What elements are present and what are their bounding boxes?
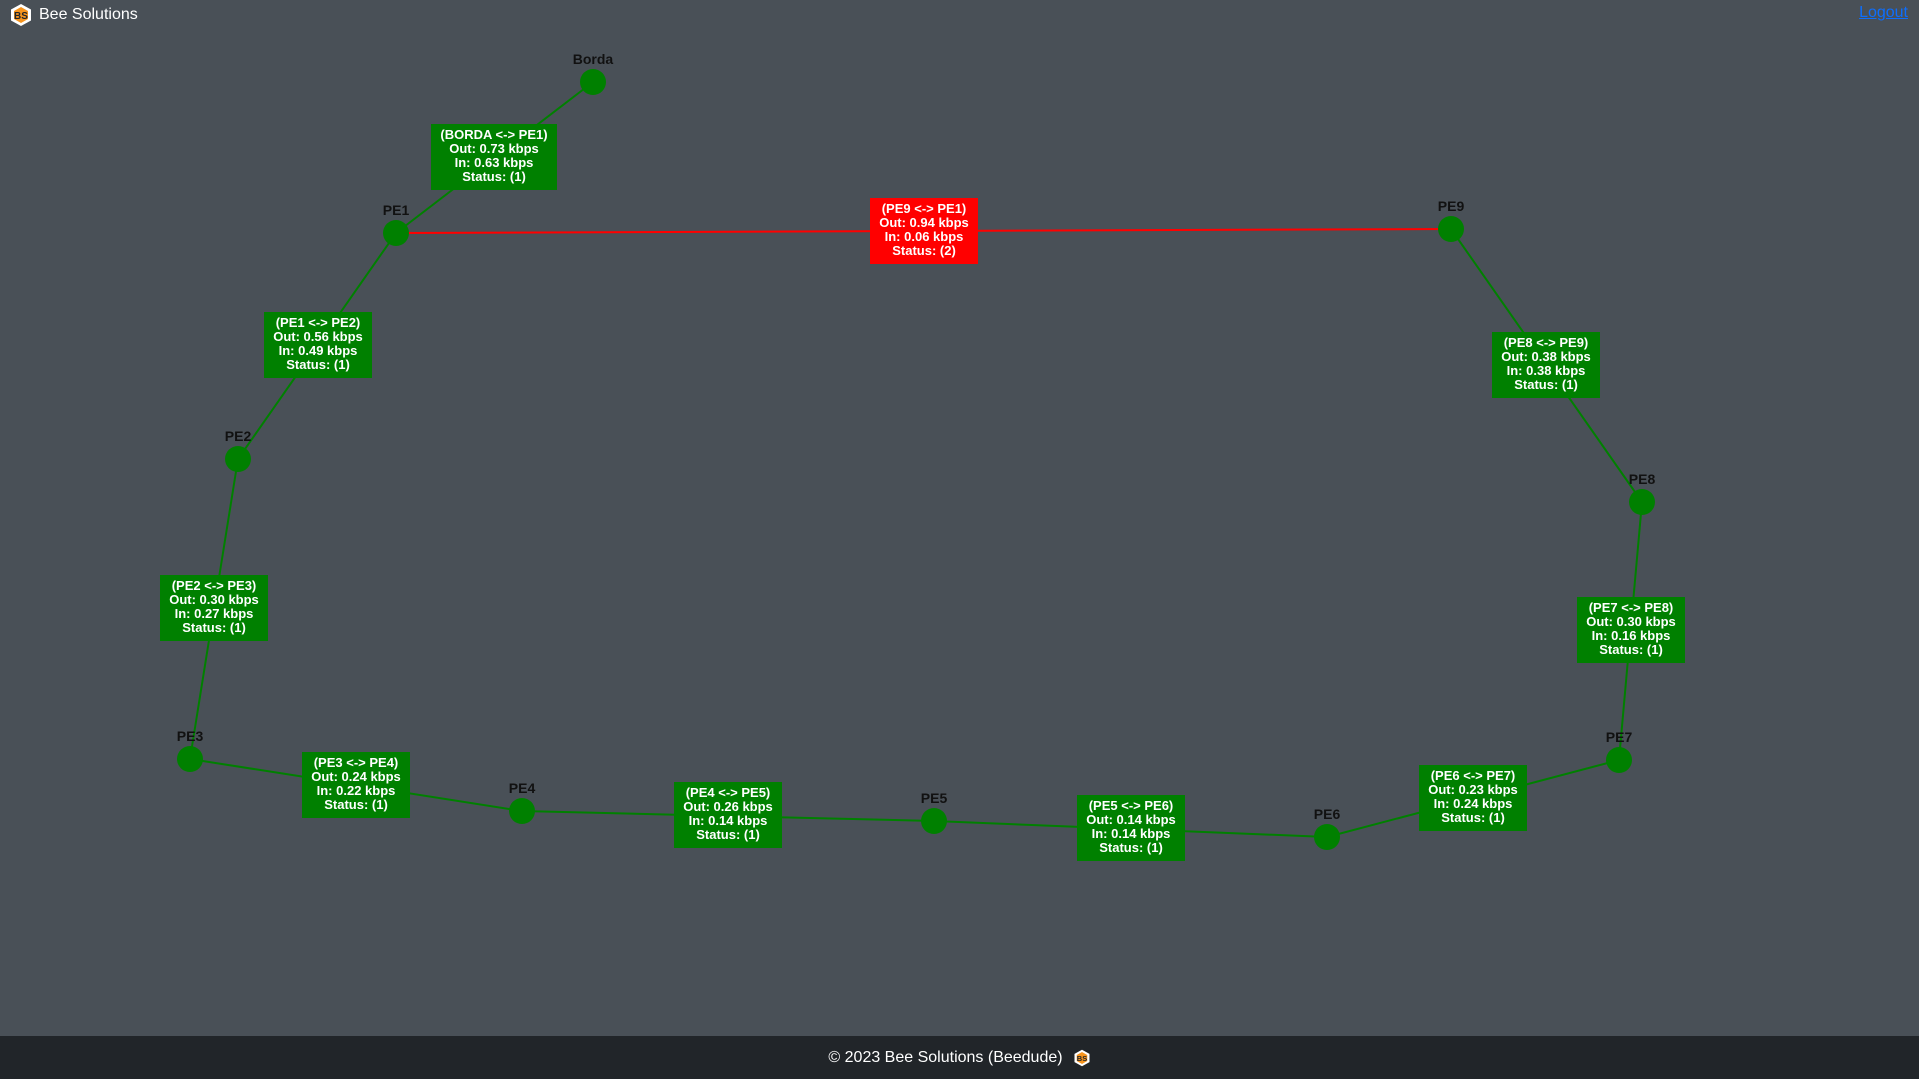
link-label-pe8-pe9[interactable]: (PE8 <-> PE9)Out: 0.38 kbpsIn: 0.38 kbps…: [1492, 332, 1600, 398]
link-status: Status: (1): [1099, 840, 1163, 855]
link-title: (PE3 <-> PE4): [314, 755, 399, 770]
bee-hexagon-icon: BS: [1074, 1049, 1090, 1066]
link-status: Status: (1): [324, 797, 388, 812]
link-label-pe1-pe2[interactable]: (PE1 <-> PE2)Out: 0.56 kbpsIn: 0.49 kbps…: [264, 312, 372, 378]
link-in: In: 0.14 kbps: [1092, 826, 1171, 841]
link-in: In: 0.27 kbps: [175, 606, 254, 621]
link-status: Status: (1): [462, 169, 526, 184]
link-out: Out: 0.30 kbps: [169, 592, 259, 607]
link-in: In: 0.22 kbps: [317, 783, 396, 798]
node-circle[interactable]: [383, 220, 409, 246]
link-out: Out: 0.23 kbps: [1428, 782, 1518, 797]
footer: © 2023 Bee Solutions (Beedude) BS: [0, 1036, 1919, 1079]
node-pe3[interactable]: PE3: [177, 728, 204, 772]
link-title: (PE9 <-> PE1): [882, 201, 967, 216]
link-label-pe9-pe1[interactable]: (PE9 <-> PE1)Out: 0.94 kbpsIn: 0.06 kbps…: [870, 198, 978, 264]
link-in: In: 0.49 kbps: [279, 343, 358, 358]
node-label: PE7: [1606, 729, 1633, 745]
node-label: PE8: [1629, 471, 1656, 487]
link-title: (PE4 <-> PE5): [686, 785, 771, 800]
node-label: PE9: [1438, 198, 1465, 214]
link-in: In: 0.14 kbps: [689, 813, 768, 828]
link-label-pe3-pe4[interactable]: (PE3 <-> PE4)Out: 0.24 kbpsIn: 0.22 kbps…: [302, 752, 410, 818]
links-layer: [189, 81, 1643, 838]
node-label: PE2: [225, 428, 252, 444]
link-label-borda-pe1[interactable]: (BORDA <-> PE1)Out: 0.73 kbpsIn: 0.63 kb…: [431, 124, 557, 190]
node-label: PE5: [921, 790, 948, 806]
node-pe5[interactable]: PE5: [921, 790, 948, 834]
link-title: (PE1 <-> PE2): [276, 315, 361, 330]
node-circle[interactable]: [1438, 216, 1464, 242]
link-status: Status: (1): [182, 620, 246, 635]
node-label: PE1: [383, 202, 410, 218]
node-borda[interactable]: Borda: [573, 51, 614, 95]
link-out: Out: 0.14 kbps: [1086, 812, 1176, 827]
node-label: PE6: [1314, 806, 1341, 822]
link-title: (BORDA <-> PE1): [440, 127, 547, 142]
link-out: Out: 0.56 kbps: [273, 329, 363, 344]
link-in: In: 0.24 kbps: [1434, 796, 1513, 811]
link-out: Out: 0.94 kbps: [879, 215, 969, 230]
link-out: Out: 0.73 kbps: [449, 141, 539, 156]
node-pe4[interactable]: PE4: [509, 780, 536, 824]
node-pe7[interactable]: PE7: [1606, 729, 1633, 773]
node-circle[interactable]: [1606, 747, 1632, 773]
link-title: (PE8 <-> PE9): [1504, 335, 1589, 350]
node-circle[interactable]: [580, 69, 606, 95]
link-status: Status: (2): [892, 243, 956, 258]
node-circle[interactable]: [177, 746, 203, 772]
node-circle[interactable]: [1314, 824, 1340, 850]
node-label: PE4: [509, 780, 536, 796]
svg-text:BS: BS: [1076, 1054, 1086, 1063]
nodes-layer: Borda PE1 PE2 PE3 PE4 PE5 PE6 PE7 PE8 PE9: [177, 51, 1656, 850]
node-circle[interactable]: [1629, 489, 1655, 515]
link-in: In: 0.63 kbps: [455, 155, 534, 170]
link-title: (PE6 <-> PE7): [1431, 768, 1516, 783]
node-pe6[interactable]: PE6: [1314, 806, 1341, 850]
node-circle[interactable]: [921, 808, 947, 834]
link-label-pe6-pe7[interactable]: (PE6 <-> PE7)Out: 0.23 kbpsIn: 0.24 kbps…: [1419, 765, 1527, 831]
link-status: Status: (1): [1514, 377, 1578, 392]
link-out: Out: 0.26 kbps: [683, 799, 773, 814]
link-label-pe4-pe5[interactable]: (PE4 <-> PE5)Out: 0.26 kbpsIn: 0.14 kbps…: [674, 782, 782, 848]
node-pe2[interactable]: PE2: [225, 428, 252, 472]
link-out: Out: 0.30 kbps: [1586, 614, 1676, 629]
link-status: Status: (1): [696, 827, 760, 842]
node-label: PE3: [177, 728, 204, 744]
node-circle[interactable]: [225, 446, 251, 472]
link-status: Status: (1): [1441, 810, 1505, 825]
node-label: Borda: [573, 51, 614, 67]
node-pe1[interactable]: PE1: [383, 202, 410, 246]
node-pe8[interactable]: PE8: [1629, 471, 1656, 515]
link-title: (PE5 <-> PE6): [1089, 798, 1174, 813]
link-out: Out: 0.38 kbps: [1501, 349, 1591, 364]
link-in: In: 0.06 kbps: [885, 229, 964, 244]
link-label-pe5-pe6[interactable]: (PE5 <-> PE6)Out: 0.14 kbpsIn: 0.14 kbps…: [1077, 795, 1185, 861]
link-status: Status: (1): [1599, 642, 1663, 657]
node-pe9[interactable]: PE9: [1438, 198, 1465, 242]
node-circle[interactable]: [509, 798, 535, 824]
link-in: In: 0.16 kbps: [1592, 628, 1671, 643]
link-title: (PE2 <-> PE3): [172, 578, 257, 593]
link-label-pe2-pe3[interactable]: (PE2 <-> PE3)Out: 0.30 kbpsIn: 0.27 kbps…: [160, 575, 268, 641]
footer-copyright: © 2023 Bee Solutions (Beedude): [828, 1048, 1063, 1066]
network-topology-graph[interactable]: Borda PE1 PE2 PE3 PE4 PE5 PE6 PE7 PE8 PE9 (BORDA …: [0, 0, 1919, 1036]
link-out: Out: 0.24 kbps: [311, 769, 401, 784]
link-label-pe7-pe8[interactable]: (PE7 <-> PE8)Out: 0.30 kbpsIn: 0.16 kbps…: [1577, 597, 1685, 663]
link-title: (PE7 <-> PE8): [1589, 600, 1674, 615]
link-in: In: 0.38 kbps: [1507, 363, 1586, 378]
link-status: Status: (1): [286, 357, 350, 372]
